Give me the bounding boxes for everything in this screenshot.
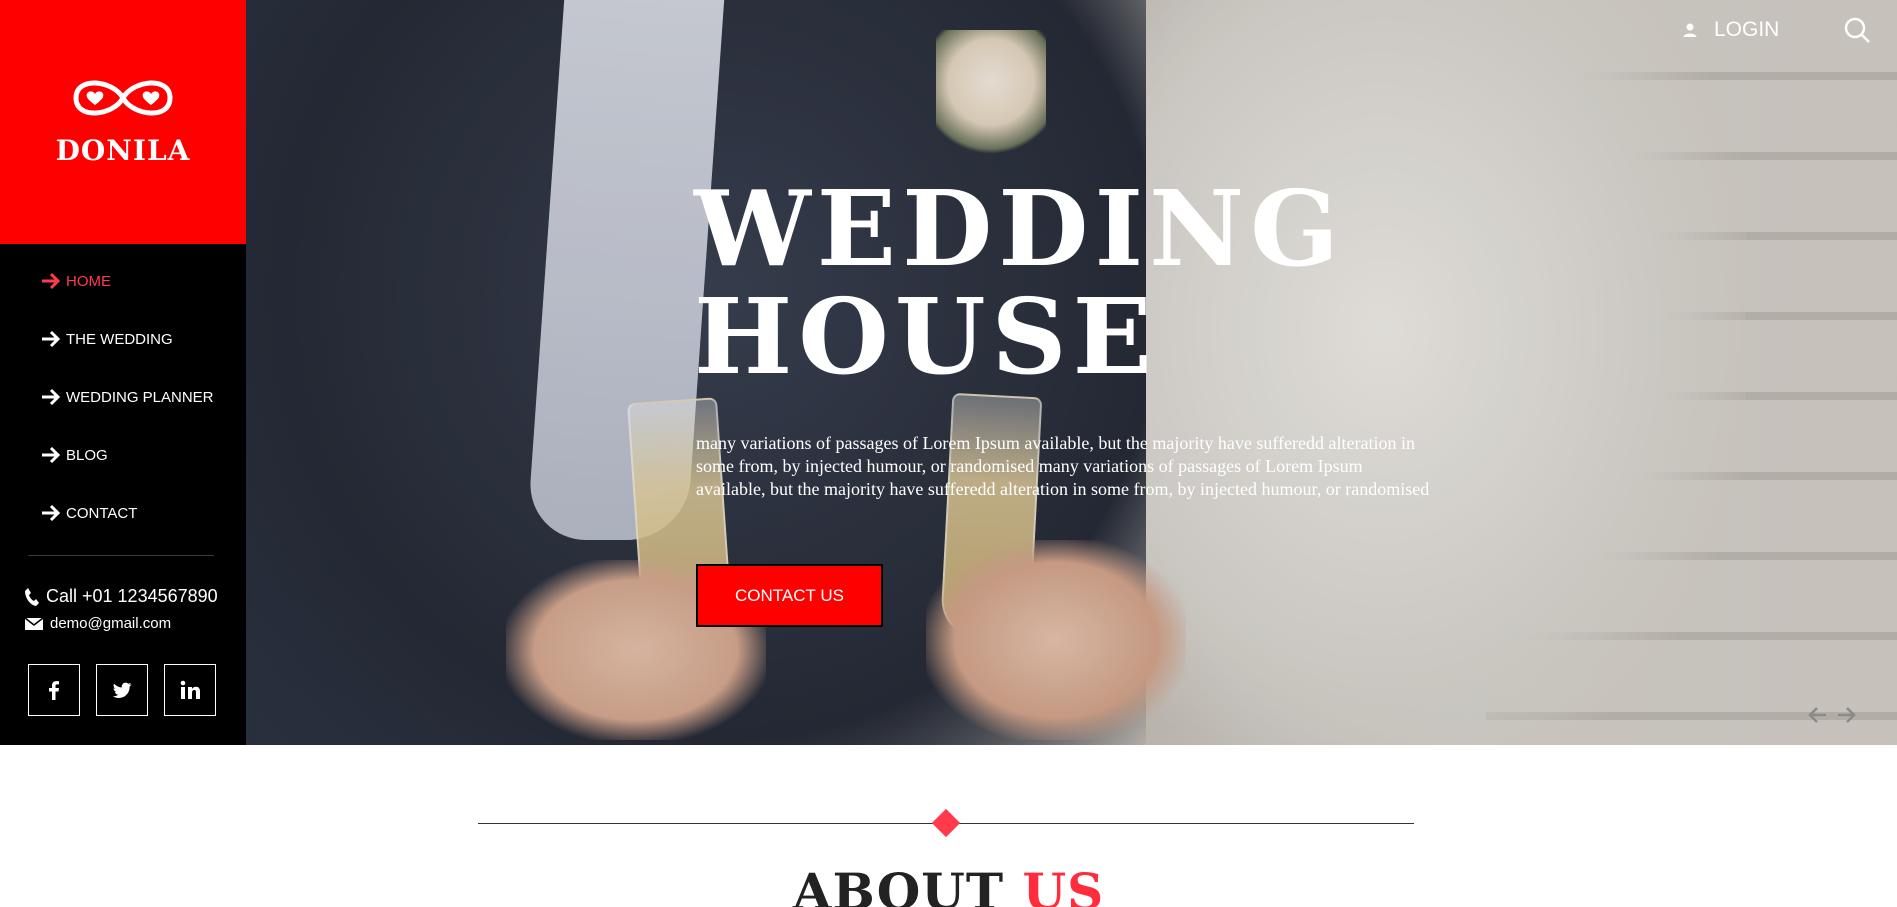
infinity-hearts-logo-icon [73,80,173,116]
hero-title-line1: WEDDING [694,167,1345,290]
nav-item-contact[interactable]: CONTACT [0,484,246,542]
contact-phone-text: Call +01 1234567890 [46,586,218,606]
slider-controls [1808,706,1856,724]
nav-item-label: BLOG [66,446,108,464]
nav-item-home[interactable]: HOME [0,252,246,310]
about-title-accent: US [1022,862,1105,907]
facebook-button[interactable] [28,664,80,716]
nav-item-label: CONTACT [66,504,138,522]
arrow-right-icon [42,504,61,522]
hero-title-line2: HOUSE [694,275,1158,398]
sidebar: DONILA HOME THE WEDDING WEDDING PLANNER … [0,0,246,745]
contact-email-text: demo@gmail.com [50,615,172,632]
arrow-right-icon[interactable] [1836,706,1856,724]
linkedin-button[interactable] [164,664,216,716]
nav-item-wedding-planner[interactable]: WEDDING PLANNER [0,368,246,426]
search-icon[interactable] [1843,16,1871,44]
nav-item-the-wedding[interactable]: THE WEDDING [0,310,246,368]
twitter-button[interactable] [96,664,148,716]
contact-phone[interactable]: Call +01 1234567890 [24,586,218,607]
nav-item-blog[interactable]: BLOG [0,426,246,484]
envelope-icon [24,616,44,630]
nav-item-label: HOME [66,272,111,290]
main-nav: HOME THE WEDDING WEDDING PLANNER BLOG CO… [0,252,246,542]
phone-icon [25,587,39,606]
arrow-right-icon [42,330,61,348]
social-links [28,664,216,716]
login-link[interactable]: LOGIN [1682,18,1779,42]
nav-item-label: WEDDING PLANNER [66,388,214,406]
contact-email[interactable]: demo@gmail.com [24,615,171,632]
login-label: LOGIN [1714,18,1780,41]
linkedin-icon [180,680,200,699]
sidebar-divider [28,555,214,556]
arrow-right-icon [42,446,61,464]
facebook-icon [49,681,59,700]
twitter-icon [112,682,132,698]
arrow-left-icon[interactable] [1808,706,1828,724]
diamond-icon [931,808,961,838]
nav-item-label: THE WEDDING [66,330,173,348]
contact-us-button[interactable]: CONTACT US [696,564,883,627]
about-title: ABOUT US [0,862,1897,907]
arrow-right-icon [42,272,61,290]
arrow-right-icon [42,388,61,406]
hero-title: WEDDING HOUSE [694,175,1394,391]
logo[interactable]: DONILA [0,0,246,244]
brand-name: DONILA [55,134,191,167]
about-title-main: ABOUT [792,862,1005,907]
user-icon [1683,23,1697,37]
hero-description: many variations of passages of Lorem Ips… [696,433,1430,499]
